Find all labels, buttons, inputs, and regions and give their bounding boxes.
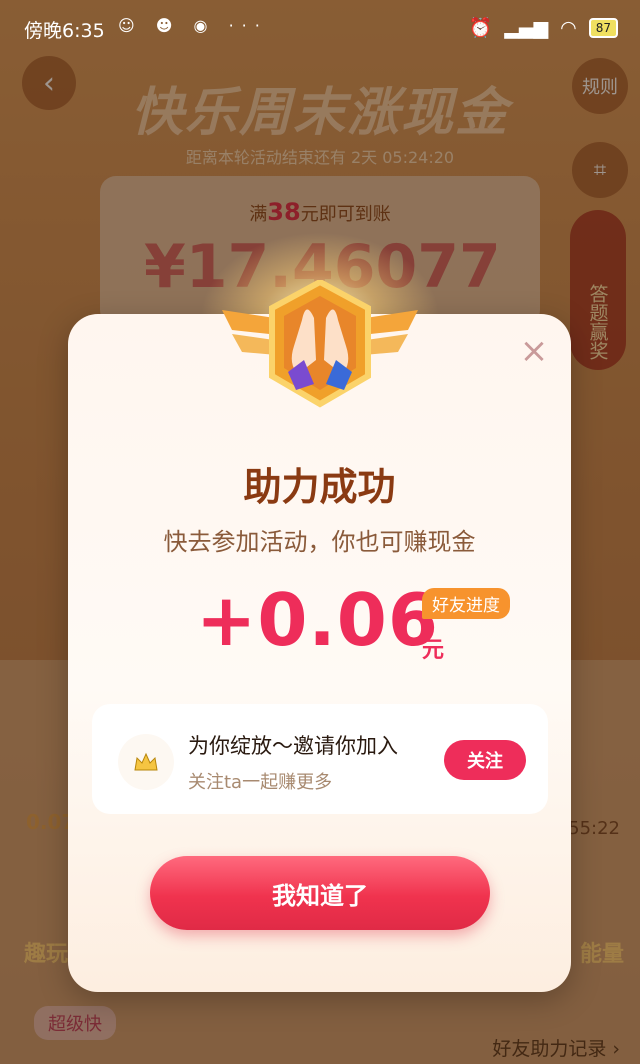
reward-amount: +0.06 [196,578,439,662]
success-dialog: × 助力成功 快去参加活动，你也可赚现金 +0.06 元 好友进度 为你绽放～邀… [68,314,571,992]
battery-icon: 87 [588,17,618,38]
high-five-emblem-icon [222,280,418,408]
dialog-title: 助力成功 [243,465,396,509]
status-time: 傍晚6:35 [24,20,105,42]
reward-unit: 元 [422,638,445,663]
wifi-icon: ◠ [560,16,577,39]
alarm-icon: ⏰ [468,17,493,39]
invite-subtitle: 关注ta一起赚更多 [188,772,333,793]
confirm-button[interactable]: 我知道了 [150,856,490,930]
crown-icon [134,752,158,771]
invite-card: 为你绽放～邀请你加入 关注ta一起赚更多 关注 [92,704,548,814]
follow-button[interactable]: 关注 [444,740,526,780]
signal-icon: ▂▄▆ [504,16,549,39]
status-bar: 傍晚6:35 ☺ ☻ ◉ ··· ⏰ ▂▄▆ ◠ 87 [0,0,640,58]
friend-progress-badge[interactable]: 好友进度 [422,588,510,619]
dialog-subtitle: 快去参加活动，你也可赚现金 [163,528,476,556]
invite-title: 为你绽放～邀请你加入 [188,734,398,758]
notification-icons: ☺ ☻ ◉ ··· [118,16,268,35]
close-icon[interactable]: × [519,334,549,368]
avatar [118,734,174,790]
